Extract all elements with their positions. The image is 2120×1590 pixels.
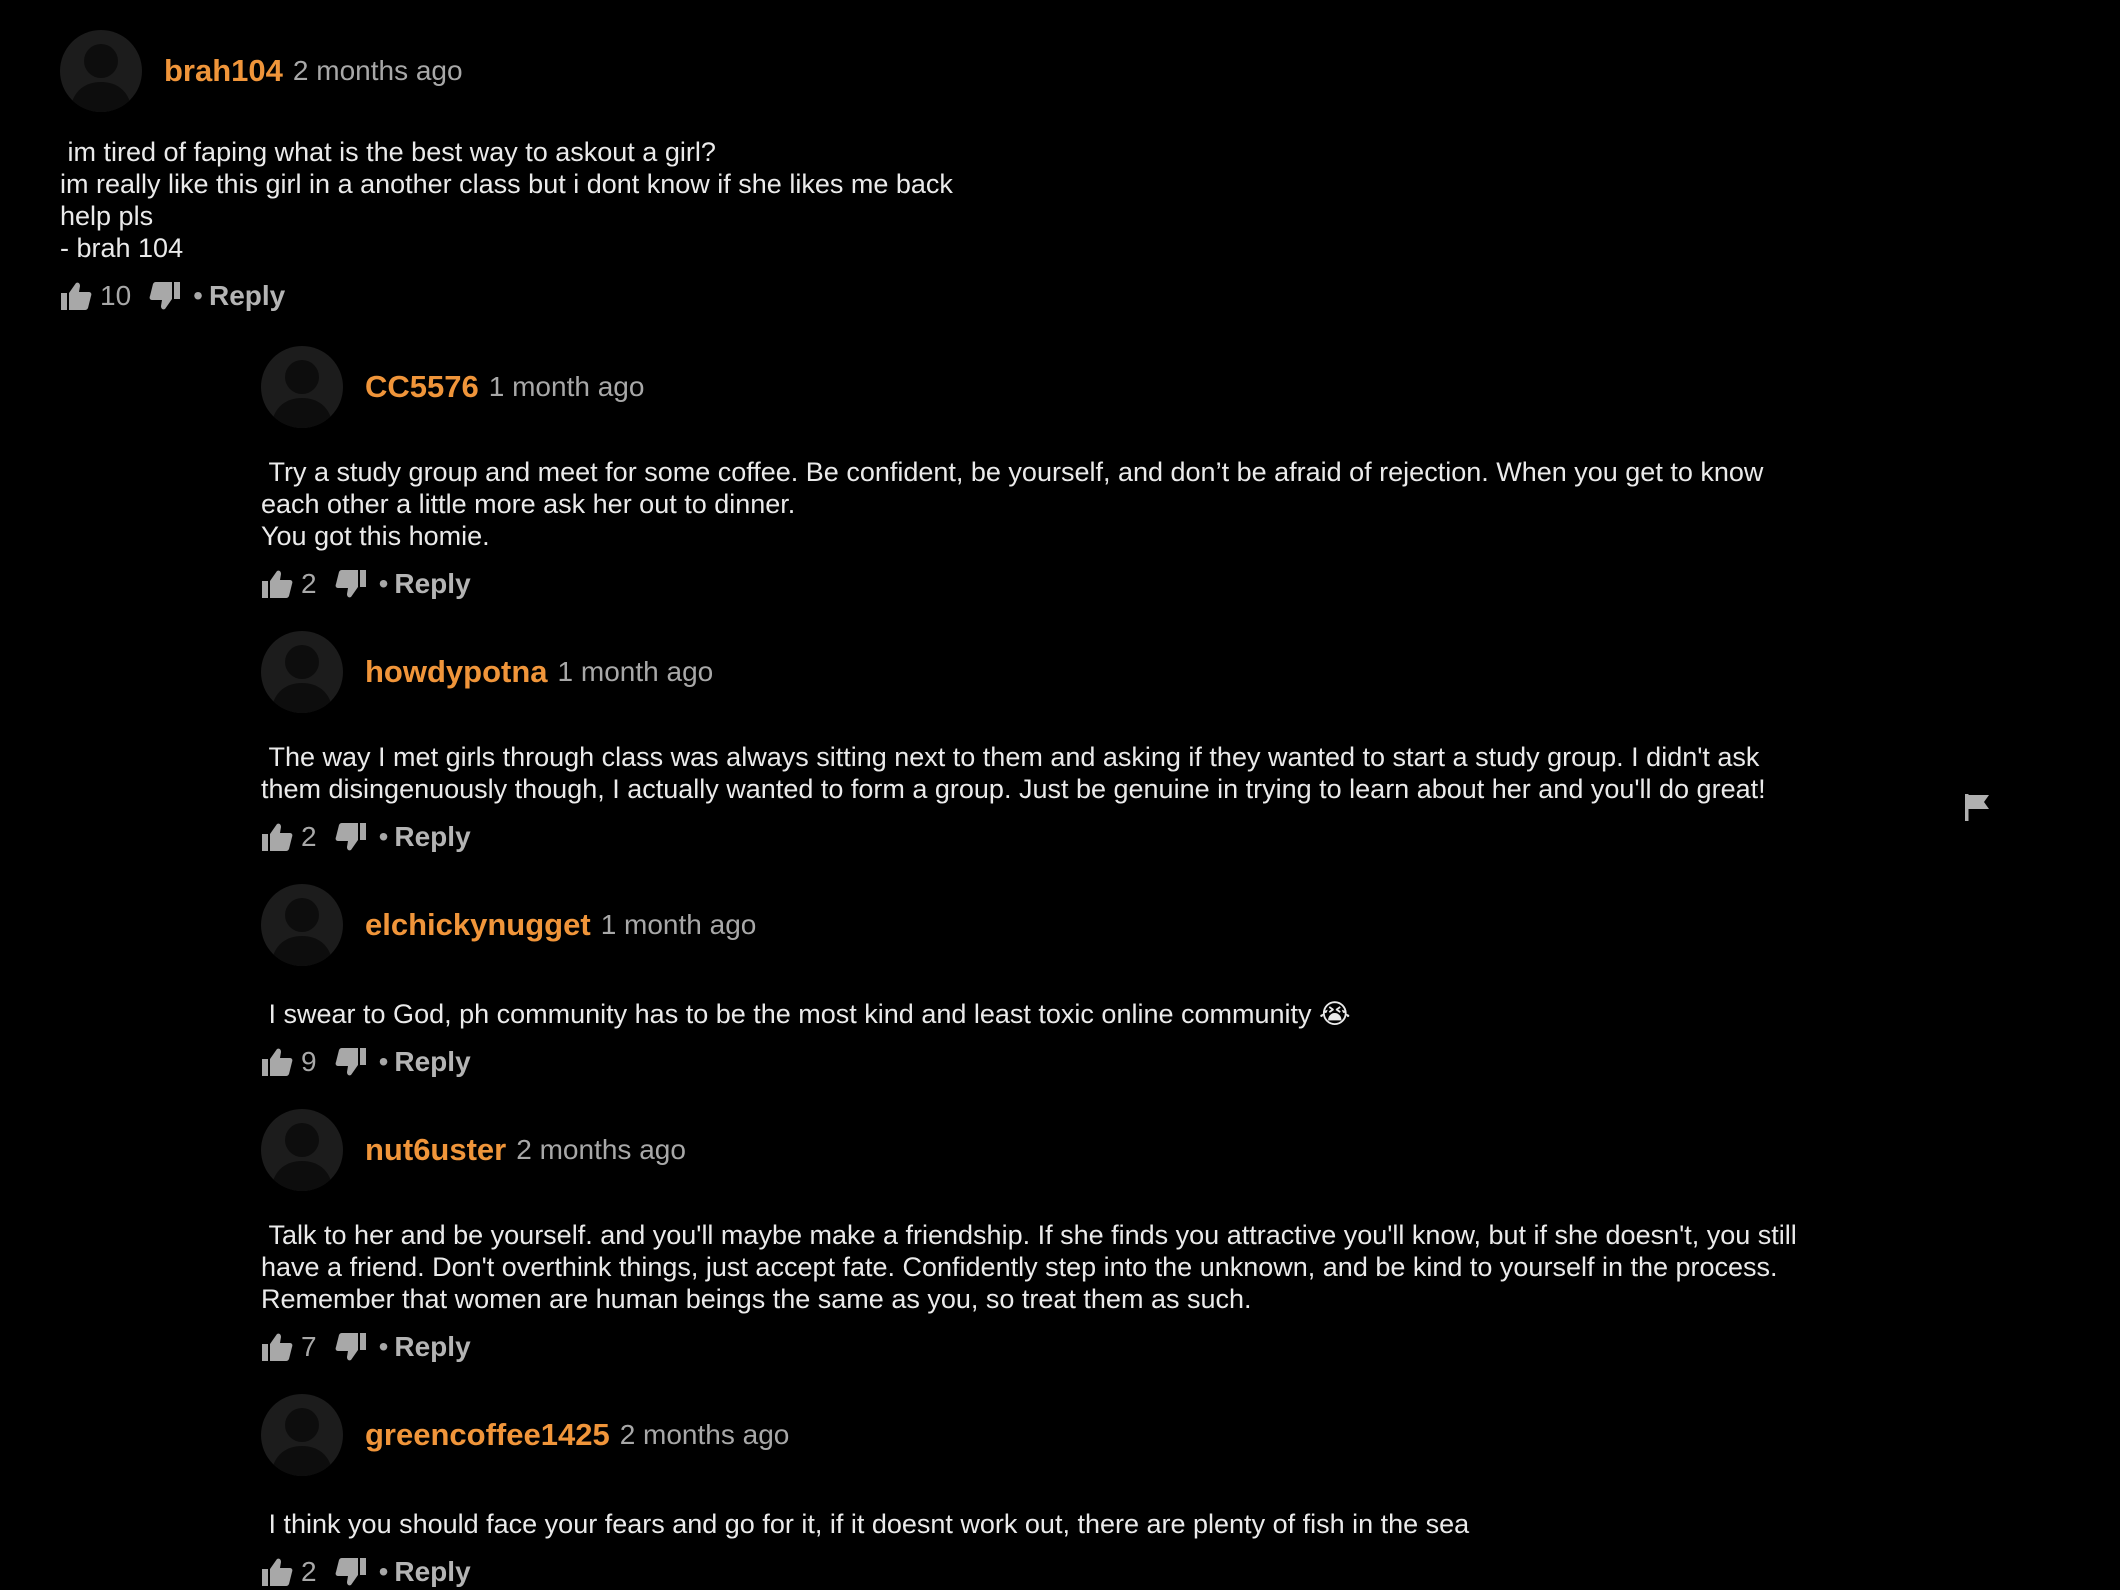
avatar[interactable] — [60, 30, 142, 112]
thumbs-down-icon[interactable] — [335, 1047, 367, 1077]
reply-button[interactable]: Reply — [394, 821, 470, 853]
reply-button[interactable]: Reply — [394, 1046, 470, 1078]
comment-username[interactable]: nut6uster — [365, 1132, 506, 1168]
comment-header: nut6uster 2 months ago — [261, 1109, 1797, 1191]
comment-timestamp: 2 months ago — [292, 55, 463, 86]
comment-timestamp: 1 month ago — [557, 656, 714, 687]
avatar[interactable] — [261, 631, 343, 713]
reply-button[interactable]: Reply — [394, 568, 470, 600]
like-count: 2 — [301, 568, 317, 599]
user-avatar-icon — [70, 44, 132, 112]
separator-dot: • — [378, 568, 389, 599]
comment-timestamp: 1 month ago — [600, 909, 757, 940]
avatar[interactable] — [261, 1394, 343, 1476]
thumbs-down-icon[interactable] — [335, 822, 367, 852]
comment-actions: 2 • Reply — [261, 817, 1766, 857]
separator-dot: • — [378, 1046, 389, 1077]
comment-body: The way I met girls through class was al… — [261, 742, 1766, 804]
comment-body: im tired of faping what is the best way … — [60, 137, 953, 263]
comment-body: Try a study group and meet for some coff… — [261, 457, 1764, 551]
comment-username[interactable]: howdypotna — [365, 654, 548, 690]
thumbs-up-icon[interactable] — [261, 1047, 293, 1077]
avatar[interactable] — [261, 1109, 343, 1191]
comment-header: brah104 2 months ago — [60, 30, 953, 112]
flag-icon[interactable] — [1962, 792, 1992, 827]
comment-username[interactable]: CC5576 — [365, 369, 479, 405]
thumbs-down-icon[interactable] — [149, 281, 181, 311]
comment-actions: 7 • Reply — [261, 1327, 1797, 1367]
like-count: 7 — [301, 1331, 317, 1362]
comment-header: howdypotna 1 month ago — [261, 631, 1766, 713]
user-avatar-icon — [271, 645, 333, 713]
thumbs-up-icon[interactable] — [261, 569, 293, 599]
user-avatar-icon — [271, 1408, 333, 1476]
like-count: 2 — [301, 821, 317, 852]
thumbs-up-icon[interactable] — [261, 1332, 293, 1362]
thumbs-down-icon[interactable] — [335, 1557, 367, 1587]
comment-reply: howdypotna 1 month ago The way I met gir… — [261, 631, 1766, 857]
comment-reply: elchickynugget 1 month ago I swear to Go… — [261, 884, 1351, 1082]
comment-timestamp: 1 month ago — [488, 371, 645, 402]
thumbs-down-icon[interactable] — [335, 1332, 367, 1362]
comment-reply: greencoffee1425 2 months ago I think you… — [261, 1394, 1469, 1590]
comment-actions: 10 • Reply — [60, 276, 953, 316]
comment-username[interactable]: elchickynugget — [365, 907, 591, 943]
separator-dot: • — [378, 1556, 389, 1587]
comment-actions: 2 • Reply — [261, 564, 1763, 604]
comment-username[interactable]: brah104 — [164, 53, 283, 89]
comment-timestamp: 2 months ago — [516, 1134, 686, 1165]
comment-actions: 9 • Reply — [261, 1042, 1351, 1082]
comment-reply: nut6uster 2 months ago Talk to her and b… — [261, 1109, 1797, 1367]
comment: brah104 2 months ago im tired of faping … — [60, 30, 953, 316]
user-avatar-icon — [271, 360, 333, 428]
like-count: 2 — [301, 1556, 317, 1587]
separator-dot: • — [193, 280, 203, 311]
separator-dot: • — [378, 821, 389, 852]
comment-header: elchickynugget 1 month ago — [261, 884, 1351, 966]
reply-button[interactable]: Reply — [394, 1556, 470, 1588]
comment-header: CC5576 1 month ago — [261, 346, 1763, 428]
comment-body: Talk to her and be yourself. and you'll … — [261, 1220, 1797, 1314]
thumbs-up-icon[interactable] — [261, 1557, 293, 1587]
thumbs-up-icon[interactable] — [261, 822, 293, 852]
comment-username[interactable]: greencoffee1425 — [365, 1417, 610, 1453]
user-avatar-icon — [271, 898, 333, 966]
thumbs-up-icon[interactable] — [60, 281, 92, 311]
thumbs-down-icon[interactable] — [335, 569, 367, 599]
user-avatar-icon — [271, 1123, 333, 1191]
comment-timestamp: 2 months ago — [619, 1419, 790, 1450]
comment-actions: 2 • Reply — [261, 1552, 1469, 1590]
avatar[interactable] — [261, 346, 343, 428]
comment-body: I think you should face your fears and g… — [261, 1509, 1470, 1539]
comment-header: greencoffee1425 2 months ago — [261, 1394, 1469, 1476]
like-count: 9 — [301, 1046, 317, 1077]
reply-button[interactable]: Reply — [209, 280, 285, 312]
comment-reply: CC5576 1 month ago Try a study group and… — [261, 346, 1763, 604]
avatar[interactable] — [261, 884, 343, 966]
separator-dot: • — [378, 1331, 389, 1362]
reply-button[interactable]: Reply — [394, 1331, 470, 1363]
comment-body: I swear to God, ph community has to be t… — [261, 999, 1351, 1029]
like-count: 10 — [100, 280, 132, 311]
